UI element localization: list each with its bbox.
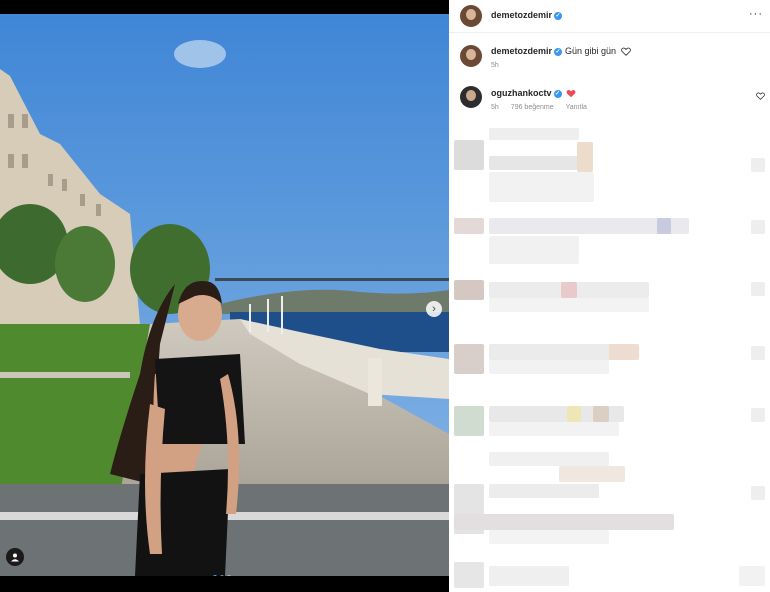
blurred-block <box>489 422 619 436</box>
caption-avatar[interactable] <box>460 45 482 67</box>
blurred-block <box>489 484 599 498</box>
verified-badge-icon: ✓ <box>554 11 563 20</box>
blurred-block <box>739 566 765 586</box>
blurred-block <box>561 282 577 298</box>
blurred-block <box>489 452 609 466</box>
heart-outline-icon <box>620 47 631 56</box>
caption-text: Gün gibi gün <box>565 46 617 56</box>
blurred-avatar <box>454 140 484 170</box>
blurred-block <box>593 406 609 422</box>
reply-button[interactable]: Yanıtla <box>566 104 587 111</box>
blurred-block <box>567 406 581 422</box>
blurred-block <box>489 566 569 586</box>
bottom-black-bar <box>0 576 449 592</box>
caption-time: 5h <box>491 62 499 69</box>
blurred-block <box>489 172 594 202</box>
blurred-block <box>454 514 674 530</box>
comment-time: 5h <box>491 104 499 111</box>
red-heart-emoji-icon <box>566 90 576 98</box>
blurred-block <box>751 408 765 422</box>
blurred-block <box>751 220 765 234</box>
top-black-bar <box>0 0 449 14</box>
avatar[interactable] <box>460 5 482 27</box>
blurred-avatar <box>454 280 484 300</box>
verified-badge-icon: ✓ <box>553 89 562 98</box>
comment-line: oguzhankoctv ✓ <box>491 88 576 98</box>
blurred-block <box>489 236 579 264</box>
author-username[interactable]: demetozdemir ✓ <box>491 10 563 20</box>
photo-scene <box>0 14 449 576</box>
comment-likes[interactable]: 796 beğenme <box>511 104 554 111</box>
blurred-block <box>559 466 625 482</box>
caption-author[interactable]: demetozdemir <box>491 46 552 56</box>
blurred-block <box>751 282 765 296</box>
blurred-block <box>489 156 589 170</box>
user-tag-icon <box>11 553 19 562</box>
blurred-block <box>489 298 649 312</box>
chevron-right-icon: › <box>432 302 436 315</box>
blurred-block <box>657 218 671 234</box>
next-photo-button[interactable]: › <box>426 301 442 317</box>
blurred-avatar <box>454 344 484 374</box>
blurred-block <box>609 344 639 360</box>
blurred-block <box>489 360 609 374</box>
more-options-icon[interactable]: ··· <box>749 8 763 20</box>
blurred-block <box>577 142 593 172</box>
post-side-panel: demetozdemir ✓ ··· demetozdemir ✓ Gün gibi … <box>449 0 770 592</box>
comment-meta: 5h 796 beğenme Yanıtla <box>491 104 599 111</box>
post-header: demetozdemir ✓ ··· <box>449 0 770 33</box>
blurred-block <box>751 486 765 500</box>
comment-avatar[interactable] <box>460 86 482 108</box>
blurred-avatar <box>454 406 484 436</box>
comment-author[interactable]: oguzhankoctv <box>491 88 552 98</box>
blurred-block <box>751 346 765 360</box>
comment-like-heart-icon[interactable] <box>756 92 765 100</box>
blurred-block <box>489 128 579 140</box>
blurred-block <box>489 530 609 544</box>
verified-badge-icon: ✓ <box>554 47 563 56</box>
blurred-avatar <box>454 218 484 234</box>
blurred-block <box>751 158 765 172</box>
blurred-avatar <box>454 562 484 588</box>
author-name[interactable]: demetozdemir <box>491 10 552 20</box>
user-tag-button[interactable] <box>6 548 24 566</box>
caption-line: demetozdemir ✓ Gün gibi gün <box>491 46 631 56</box>
post-photo[interactable]: › <box>0 14 449 576</box>
